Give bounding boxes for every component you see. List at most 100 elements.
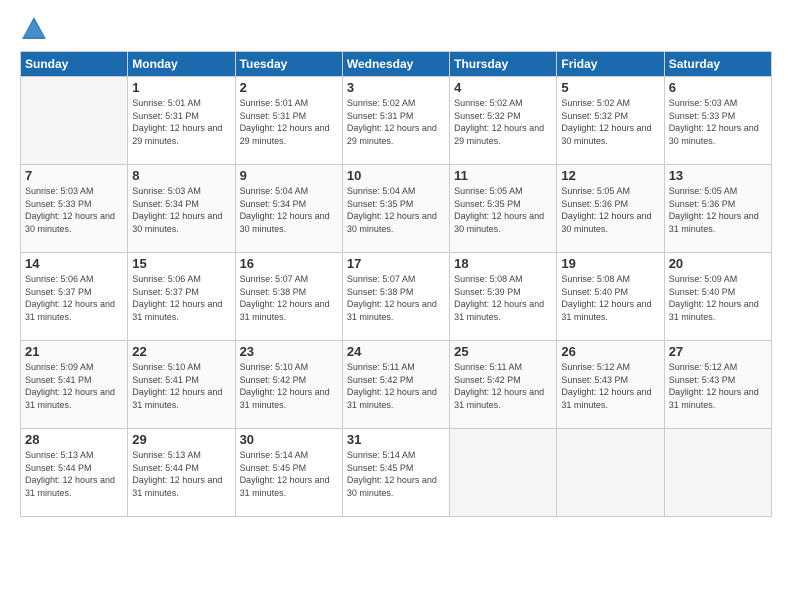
day-info: Sunrise: 5:13 AMSunset: 5:44 PMDaylight:…: [25, 450, 115, 498]
week-row-1: 1 Sunrise: 5:01 AMSunset: 5:31 PMDayligh…: [21, 77, 772, 165]
day-number: 4: [454, 80, 552, 95]
calendar: SundayMondayTuesdayWednesdayThursdayFrid…: [20, 51, 772, 517]
day-number: 29: [132, 432, 230, 447]
day-info: Sunrise: 5:11 AMSunset: 5:42 PMDaylight:…: [454, 362, 544, 410]
calendar-cell: 7 Sunrise: 5:03 AMSunset: 5:33 PMDayligh…: [21, 165, 128, 253]
day-info: Sunrise: 5:11 AMSunset: 5:42 PMDaylight:…: [347, 362, 437, 410]
day-info: Sunrise: 5:03 AMSunset: 5:33 PMDaylight:…: [25, 186, 115, 234]
day-info: Sunrise: 5:07 AMSunset: 5:38 PMDaylight:…: [347, 274, 437, 322]
calendar-cell: 25 Sunrise: 5:11 AMSunset: 5:42 PMDaylig…: [450, 341, 557, 429]
weekday-header-saturday: Saturday: [664, 52, 771, 77]
week-row-5: 28 Sunrise: 5:13 AMSunset: 5:44 PMDaylig…: [21, 429, 772, 517]
day-info: Sunrise: 5:04 AMSunset: 5:35 PMDaylight:…: [347, 186, 437, 234]
calendar-cell: 30 Sunrise: 5:14 AMSunset: 5:45 PMDaylig…: [235, 429, 342, 517]
day-info: Sunrise: 5:01 AMSunset: 5:31 PMDaylight:…: [240, 98, 330, 146]
day-info: Sunrise: 5:07 AMSunset: 5:38 PMDaylight:…: [240, 274, 330, 322]
calendar-cell: 2 Sunrise: 5:01 AMSunset: 5:31 PMDayligh…: [235, 77, 342, 165]
day-number: 31: [347, 432, 445, 447]
calendar-cell: 8 Sunrise: 5:03 AMSunset: 5:34 PMDayligh…: [128, 165, 235, 253]
day-number: 22: [132, 344, 230, 359]
day-info: Sunrise: 5:03 AMSunset: 5:33 PMDaylight:…: [669, 98, 759, 146]
day-number: 20: [669, 256, 767, 271]
day-info: Sunrise: 5:01 AMSunset: 5:31 PMDaylight:…: [132, 98, 222, 146]
weekday-header-friday: Friday: [557, 52, 664, 77]
day-number: 19: [561, 256, 659, 271]
day-number: 18: [454, 256, 552, 271]
day-info: Sunrise: 5:02 AMSunset: 5:32 PMDaylight:…: [561, 98, 651, 146]
calendar-cell: 17 Sunrise: 5:07 AMSunset: 5:38 PMDaylig…: [342, 253, 449, 341]
calendar-cell: 28 Sunrise: 5:13 AMSunset: 5:44 PMDaylig…: [21, 429, 128, 517]
day-info: Sunrise: 5:10 AMSunset: 5:42 PMDaylight:…: [240, 362, 330, 410]
calendar-cell: [664, 429, 771, 517]
week-row-3: 14 Sunrise: 5:06 AMSunset: 5:37 PMDaylig…: [21, 253, 772, 341]
day-number: 3: [347, 80, 445, 95]
calendar-cell: 23 Sunrise: 5:10 AMSunset: 5:42 PMDaylig…: [235, 341, 342, 429]
day-info: Sunrise: 5:02 AMSunset: 5:32 PMDaylight:…: [454, 98, 544, 146]
day-info: Sunrise: 5:06 AMSunset: 5:37 PMDaylight:…: [25, 274, 115, 322]
calendar-cell: 13 Sunrise: 5:05 AMSunset: 5:36 PMDaylig…: [664, 165, 771, 253]
calendar-cell: 3 Sunrise: 5:02 AMSunset: 5:31 PMDayligh…: [342, 77, 449, 165]
logo-icon: [20, 15, 48, 43]
day-info: Sunrise: 5:05 AMSunset: 5:36 PMDaylight:…: [561, 186, 651, 234]
calendar-cell: [21, 77, 128, 165]
day-number: 2: [240, 80, 338, 95]
calendar-cell: 14 Sunrise: 5:06 AMSunset: 5:37 PMDaylig…: [21, 253, 128, 341]
calendar-cell: 6 Sunrise: 5:03 AMSunset: 5:33 PMDayligh…: [664, 77, 771, 165]
day-info: Sunrise: 5:08 AMSunset: 5:39 PMDaylight:…: [454, 274, 544, 322]
calendar-cell: 18 Sunrise: 5:08 AMSunset: 5:39 PMDaylig…: [450, 253, 557, 341]
day-info: Sunrise: 5:10 AMSunset: 5:41 PMDaylight:…: [132, 362, 222, 410]
weekday-header-tuesday: Tuesday: [235, 52, 342, 77]
day-info: Sunrise: 5:04 AMSunset: 5:34 PMDaylight:…: [240, 186, 330, 234]
calendar-cell: 5 Sunrise: 5:02 AMSunset: 5:32 PMDayligh…: [557, 77, 664, 165]
day-info: Sunrise: 5:03 AMSunset: 5:34 PMDaylight:…: [132, 186, 222, 234]
day-number: 23: [240, 344, 338, 359]
day-info: Sunrise: 5:12 AMSunset: 5:43 PMDaylight:…: [561, 362, 651, 410]
day-number: 8: [132, 168, 230, 183]
calendar-cell: 31 Sunrise: 5:14 AMSunset: 5:45 PMDaylig…: [342, 429, 449, 517]
day-info: Sunrise: 5:06 AMSunset: 5:37 PMDaylight:…: [132, 274, 222, 322]
day-number: 6: [669, 80, 767, 95]
day-number: 7: [25, 168, 123, 183]
weekday-header-sunday: Sunday: [21, 52, 128, 77]
day-number: 26: [561, 344, 659, 359]
day-number: 15: [132, 256, 230, 271]
day-number: 30: [240, 432, 338, 447]
calendar-cell: 20 Sunrise: 5:09 AMSunset: 5:40 PMDaylig…: [664, 253, 771, 341]
day-info: Sunrise: 5:05 AMSunset: 5:36 PMDaylight:…: [669, 186, 759, 234]
day-info: Sunrise: 5:14 AMSunset: 5:45 PMDaylight:…: [347, 450, 437, 498]
day-number: 13: [669, 168, 767, 183]
day-number: 28: [25, 432, 123, 447]
day-number: 24: [347, 344, 445, 359]
week-row-4: 21 Sunrise: 5:09 AMSunset: 5:41 PMDaylig…: [21, 341, 772, 429]
calendar-cell: [557, 429, 664, 517]
day-number: 14: [25, 256, 123, 271]
weekday-header-thursday: Thursday: [450, 52, 557, 77]
weekday-header-monday: Monday: [128, 52, 235, 77]
day-number: 25: [454, 344, 552, 359]
header: [20, 15, 772, 43]
calendar-cell: 29 Sunrise: 5:13 AMSunset: 5:44 PMDaylig…: [128, 429, 235, 517]
weekday-header-row: SundayMondayTuesdayWednesdayThursdayFrid…: [21, 52, 772, 77]
calendar-cell: 24 Sunrise: 5:11 AMSunset: 5:42 PMDaylig…: [342, 341, 449, 429]
logo: [20, 15, 52, 43]
calendar-cell: 15 Sunrise: 5:06 AMSunset: 5:37 PMDaylig…: [128, 253, 235, 341]
calendar-cell: 26 Sunrise: 5:12 AMSunset: 5:43 PMDaylig…: [557, 341, 664, 429]
day-info: Sunrise: 5:14 AMSunset: 5:45 PMDaylight:…: [240, 450, 330, 498]
day-number: 9: [240, 168, 338, 183]
day-info: Sunrise: 5:05 AMSunset: 5:35 PMDaylight:…: [454, 186, 544, 234]
calendar-cell: 11 Sunrise: 5:05 AMSunset: 5:35 PMDaylig…: [450, 165, 557, 253]
day-info: Sunrise: 5:12 AMSunset: 5:43 PMDaylight:…: [669, 362, 759, 410]
calendar-cell: 21 Sunrise: 5:09 AMSunset: 5:41 PMDaylig…: [21, 341, 128, 429]
day-number: 16: [240, 256, 338, 271]
day-number: 17: [347, 256, 445, 271]
day-info: Sunrise: 5:09 AMSunset: 5:41 PMDaylight:…: [25, 362, 115, 410]
day-number: 21: [25, 344, 123, 359]
day-info: Sunrise: 5:08 AMSunset: 5:40 PMDaylight:…: [561, 274, 651, 322]
weekday-header-wednesday: Wednesday: [342, 52, 449, 77]
day-info: Sunrise: 5:13 AMSunset: 5:44 PMDaylight:…: [132, 450, 222, 498]
calendar-cell: 4 Sunrise: 5:02 AMSunset: 5:32 PMDayligh…: [450, 77, 557, 165]
calendar-cell: 10 Sunrise: 5:04 AMSunset: 5:35 PMDaylig…: [342, 165, 449, 253]
calendar-cell: 19 Sunrise: 5:08 AMSunset: 5:40 PMDaylig…: [557, 253, 664, 341]
calendar-cell: 1 Sunrise: 5:01 AMSunset: 5:31 PMDayligh…: [128, 77, 235, 165]
calendar-cell: 16 Sunrise: 5:07 AMSunset: 5:38 PMDaylig…: [235, 253, 342, 341]
